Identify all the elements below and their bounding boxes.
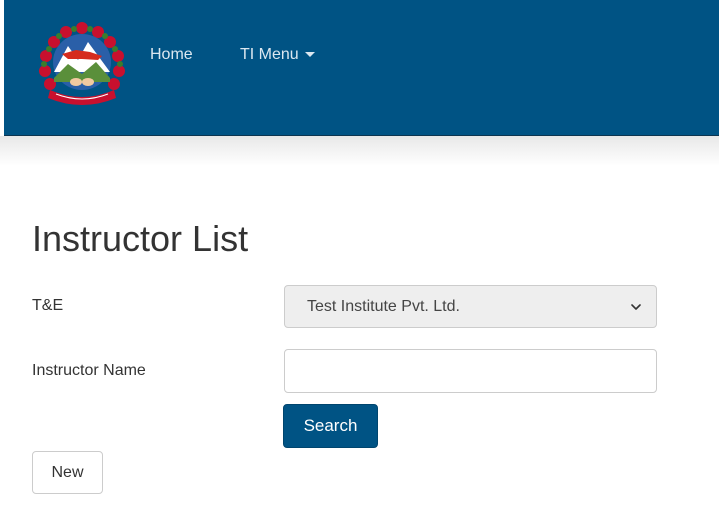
- nepal-emblem-icon[interactable]: [32, 20, 132, 108]
- page-title: Instructor List: [32, 218, 249, 259]
- nav-ti-menu-label: TI Menu: [240, 46, 299, 63]
- chevron-down-icon: [631, 304, 641, 310]
- navbar-shadow: [0, 136, 719, 166]
- te-select[interactable]: Test Institute Pvt. Ltd.: [284, 285, 657, 328]
- top-navbar: Home TI Menu: [4, 0, 719, 136]
- caret-down-icon: [304, 52, 315, 58]
- te-select-value: Test Institute Pvt. Ltd.: [307, 298, 460, 315]
- new-button[interactable]: New: [32, 451, 103, 494]
- instructor-name-label: Instructor Name: [32, 362, 146, 379]
- nav-home-link[interactable]: Home: [150, 46, 193, 64]
- te-label: T&E: [32, 297, 64, 314]
- search-button[interactable]: Search: [283, 404, 378, 448]
- nav-ti-menu-dropdown[interactable]: TI Menu: [240, 46, 315, 64]
- instructor-name-input[interactable]: [284, 349, 657, 393]
